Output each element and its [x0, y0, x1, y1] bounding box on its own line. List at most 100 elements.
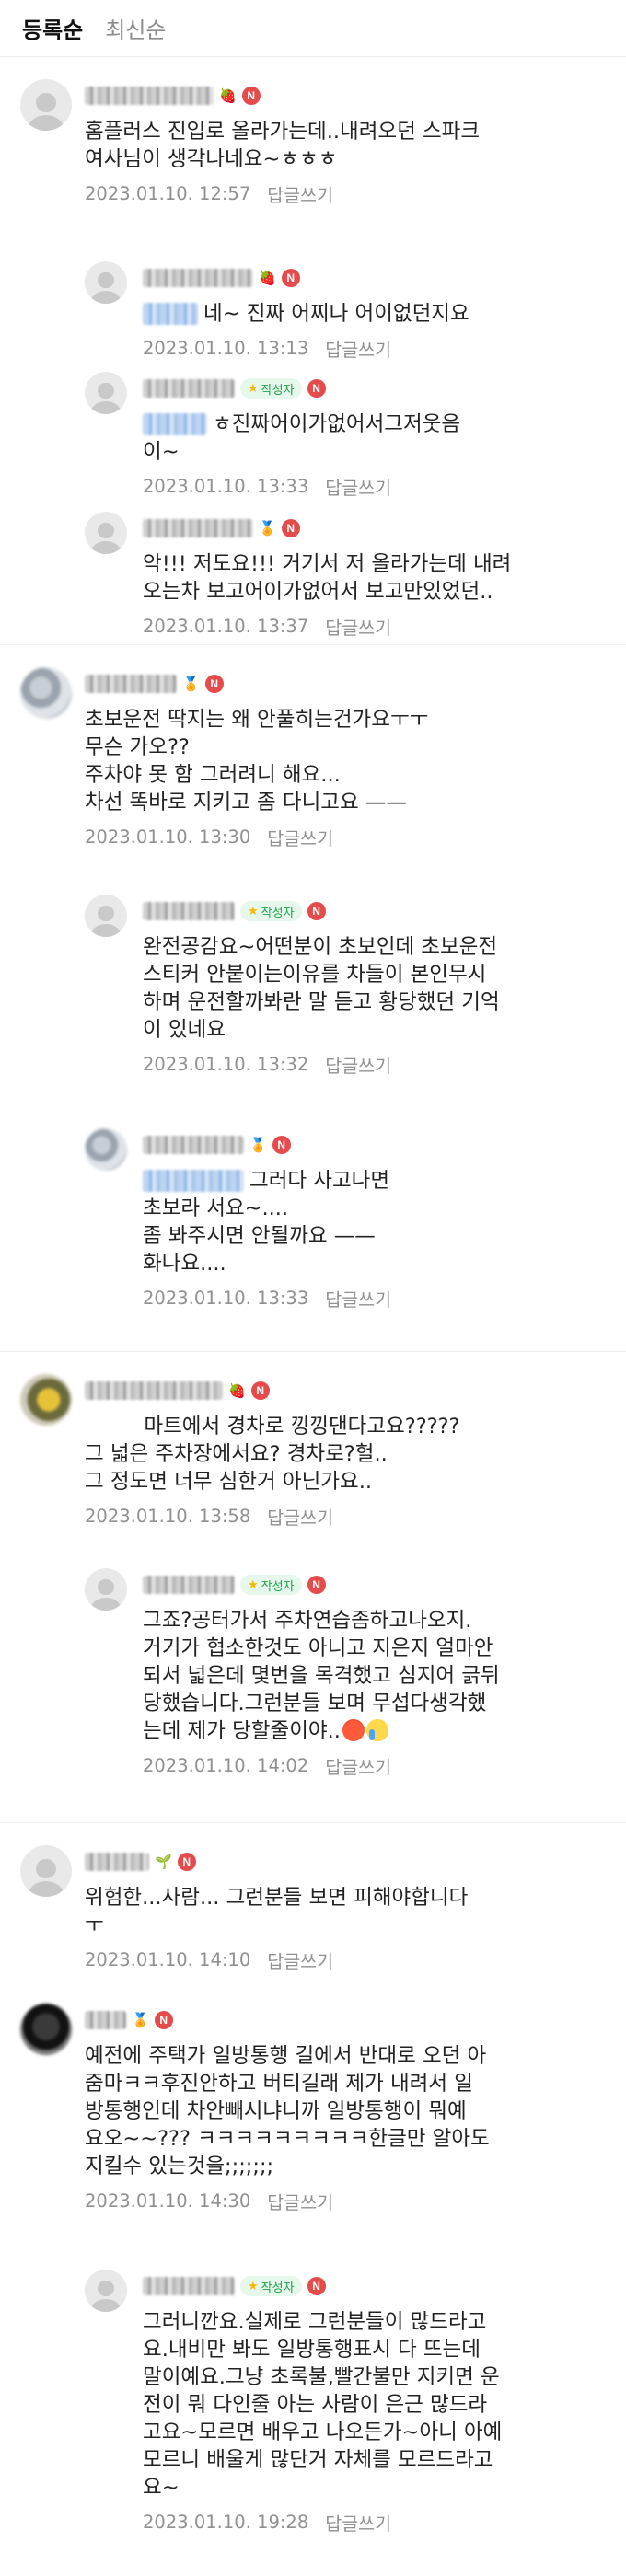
comment-date: 2023.01.10. 13:33	[143, 1288, 309, 1309]
mention-tag[interactable]	[143, 1170, 244, 1192]
comment-date: 2023.01.10. 13:37	[143, 616, 309, 637]
comment-meta: 2023.01.10. 19:28 답글쓰기	[143, 2509, 391, 2536]
new-badge: N	[307, 902, 326, 920]
avatar[interactable]	[85, 372, 127, 414]
avatar[interactable]	[20, 79, 72, 131]
reply-button[interactable]: 답글쓰기	[267, 180, 333, 207]
author-row: ★ 작성자 N	[143, 377, 326, 399]
author-row: 🍓 N	[85, 1380, 270, 1402]
author-nickname[interactable]	[85, 87, 214, 105]
avatar[interactable]	[20, 2004, 72, 2055]
comment-body: 그러니깐요.실제로 그런분들이 많드라고 요.내비만 봐도 일방통행표시 다 뜨…	[143, 2308, 611, 2501]
author-row: ★ 작성자 N	[143, 2275, 326, 2297]
comment-meta: 2023.01.10. 14:02 답글쓰기	[143, 1752, 391, 1779]
comment-text: 그러니깐요.실제로 그런분들이 많드라고 요.내비만 봐도 일방통행표시 다 뜨…	[143, 2310, 503, 2500]
medal-level-icon: 🏅	[249, 1136, 267, 1153]
author-nickname[interactable]	[85, 1381, 223, 1400]
comment-date: 2023.01.10. 13:58	[85, 1506, 251, 1527]
avatar[interactable]	[20, 667, 72, 719]
sort-tab-registered[interactable]: 등록순	[22, 12, 83, 44]
avatar[interactable]	[85, 895, 127, 937]
reply-comment: ★ 작성자 N ㅎ진짜어이가없어서그저웃음 이~ 2023.01.10. 13:33 답글…	[0, 353, 626, 499]
comment-body: 초보운전 딱지는 왜 안풀히는건가요ㅜㅜ 무슨 가오?? 주차야 못 함 그러려…	[85, 706, 611, 816]
comment-date: 2023.01.10. 14:02	[143, 1755, 309, 1776]
reply-button[interactable]: 답글쓰기	[267, 1946, 333, 1973]
comment-date: 2023.01.10. 19:28	[143, 2512, 309, 2533]
comment-meta: 2023.01.10. 13:30 답글쓰기	[85, 824, 333, 850]
new-badge: N	[307, 2277, 326, 2295]
comment-meta: 2023.01.10. 13:33 답글쓰기	[143, 1285, 391, 1311]
comment-item: 🏅 N 초보운전 딱지는 왜 안풀히는건가요ㅜㅜ 무슨 가오?? 주차야 못 함 그…	[0, 644, 626, 876]
comment-date: 2023.01.10. 14:30	[85, 2190, 251, 2212]
medal-level-icon: 🏅	[182, 675, 200, 692]
mention-tag[interactable]	[143, 413, 207, 435]
writer-label: 작성자	[261, 1579, 295, 1594]
author-nickname[interactable]	[85, 675, 177, 693]
author-nickname[interactable]	[143, 379, 235, 398]
strawberry-level-icon: 🍓	[259, 269, 276, 286]
reply-comment: 🍓 N 네~ 진짜 어찌나 어이없던지요 2023.01.10. 13:13 답글쓰기	[0, 243, 626, 361]
star-icon: ★	[248, 381, 259, 396]
comment-text: 예전에 주택가 일방통행 길에서 반대로 오던 아 줌마ㅋㅋ후진안하고 버티길래…	[85, 2044, 490, 2178]
reply-button[interactable]: 답글쓰기	[267, 2188, 333, 2214]
writer-label: 작성자	[261, 2281, 295, 2295]
comment-text: 완전공감요~어떤분이 초보인데 초보운전 스티커 안붙이는이유를 차들이 본인무…	[143, 935, 500, 1042]
comment-body: ㅎ진짜어이가없어서그저웃음 이~	[143, 410, 611, 466]
comment-item: 🌱 N 위험한...사람... 그런분들 보면 피해야합니다 ㅜ 2023.01.10…	[0, 1822, 626, 1981]
reply-button[interactable]: 답글쓰기	[325, 1752, 391, 1779]
reply-button[interactable]: 답글쓰기	[267, 824, 333, 850]
comment-date: 2023.01.10. 13:30	[85, 826, 251, 848]
medal-level-icon: 🏅	[132, 2011, 149, 2028]
avatar[interactable]	[85, 261, 127, 304]
comment-text: 초보운전 딱지는 왜 안풀히는건가요ㅜㅜ 무슨 가오?? 주차야 못 함 그러려…	[85, 708, 429, 814]
avatar[interactable]	[20, 1374, 72, 1426]
comment-text: 네~ 진짜 어찌나 어이없던지요	[203, 302, 470, 326]
author-row: 🏅 N	[143, 1134, 291, 1156]
reply-button[interactable]: 답글쓰기	[325, 2509, 391, 2536]
writer-label: 작성자	[261, 906, 295, 920]
reply-comment: ★ 작성자 N 그죠?공터가서 주차연습좀하고나오지. 거기가 협소한것도 아니고 지…	[0, 1550, 626, 1822]
reply-button[interactable]: 답글쓰기	[325, 613, 391, 640]
comment-body: 마트에서 경차로 낑낑댄다고요????? 그 넓은 주차장에서요? 경차로?헐.…	[85, 1413, 611, 1496]
author-nickname[interactable]	[143, 1576, 235, 1594]
star-icon: ★	[248, 1577, 259, 1592]
author-nickname[interactable]	[143, 269, 253, 287]
comment-body: 위험한...사람... 그런분들 보면 피해야합니다 ㅜ	[85, 1884, 611, 1939]
author-nickname[interactable]	[85, 2011, 126, 2029]
comment-body: 완전공감요~어떤분이 초보인데 초보운전 스티커 안붙이는이유를 차들이 본인무…	[143, 933, 611, 1044]
avatar[interactable]	[85, 1128, 127, 1171]
comment-body: 네~ 진짜 어찌나 어이없던지요	[143, 300, 611, 328]
reply-comment: 🏅 N 악!!! 저도요!!! 거기서 저 올라가는데 내려 오는차 보고어이가없어…	[0, 493, 626, 644]
author-nickname[interactable]	[143, 2277, 235, 2295]
writer-badge: ★ 작성자	[240, 901, 302, 921]
strawberry-level-icon: 🍓	[228, 1381, 246, 1399]
avatar[interactable]	[85, 2270, 127, 2312]
comment-meta: 2023.01.10. 13:37 답글쓰기	[143, 613, 391, 640]
comment-body: 홈플러스 진입로 올라가는데..내려오던 스파크 여사님이 생각나네요~ㅎㅎㅎ	[85, 118, 611, 173]
comment-item: 🏅 N 예전에 주택가 일방통행 길에서 반대로 오던 아 줌마ㅋㅋ후진안하고 버티…	[0, 1981, 626, 2251]
avatar[interactable]	[20, 1845, 72, 1897]
mention-tag[interactable]	[143, 303, 198, 325]
author-nickname[interactable]	[143, 519, 253, 537]
comment-body: 예전에 주택가 일방통행 길에서 반대로 오던 아 줌마ㅋㅋ후진안하고 버티길래…	[85, 2042, 611, 2180]
avatar[interactable]	[85, 512, 127, 554]
reply-button[interactable]: 답글쓰기	[325, 1051, 391, 1078]
author-nickname[interactable]	[143, 1136, 244, 1154]
reply-button[interactable]: 답글쓰기	[325, 1285, 391, 1311]
star-icon: ★	[248, 904, 259, 918]
sort-tab-latest[interactable]: 최신순	[105, 12, 166, 44]
comment-date: 2023.01.10. 14:10	[85, 1949, 251, 1970]
author-row: ★ 작성자 N	[143, 1574, 326, 1596]
author-nickname[interactable]	[85, 1853, 149, 1871]
new-badge: N	[250, 1381, 270, 1400]
new-badge: N	[281, 519, 300, 537]
avatar[interactable]	[85, 1568, 127, 1611]
comment-body: 그러다 사고나면 초보라 서요~.... 좀 봐주시면 안될까요 —— 화나요.…	[143, 1167, 611, 1277]
comment-meta: 2023.01.10. 14:30 답글쓰기	[85, 2188, 333, 2214]
author-nickname[interactable]	[143, 902, 235, 920]
author-row: 🏅 N	[85, 673, 224, 695]
reply-button[interactable]: 답글쓰기	[267, 1503, 333, 1530]
new-badge: N	[307, 1576, 326, 1594]
sort-bar: 등록순 최신순	[0, 0, 626, 57]
author-row: 🌱 N	[85, 1851, 196, 1873]
